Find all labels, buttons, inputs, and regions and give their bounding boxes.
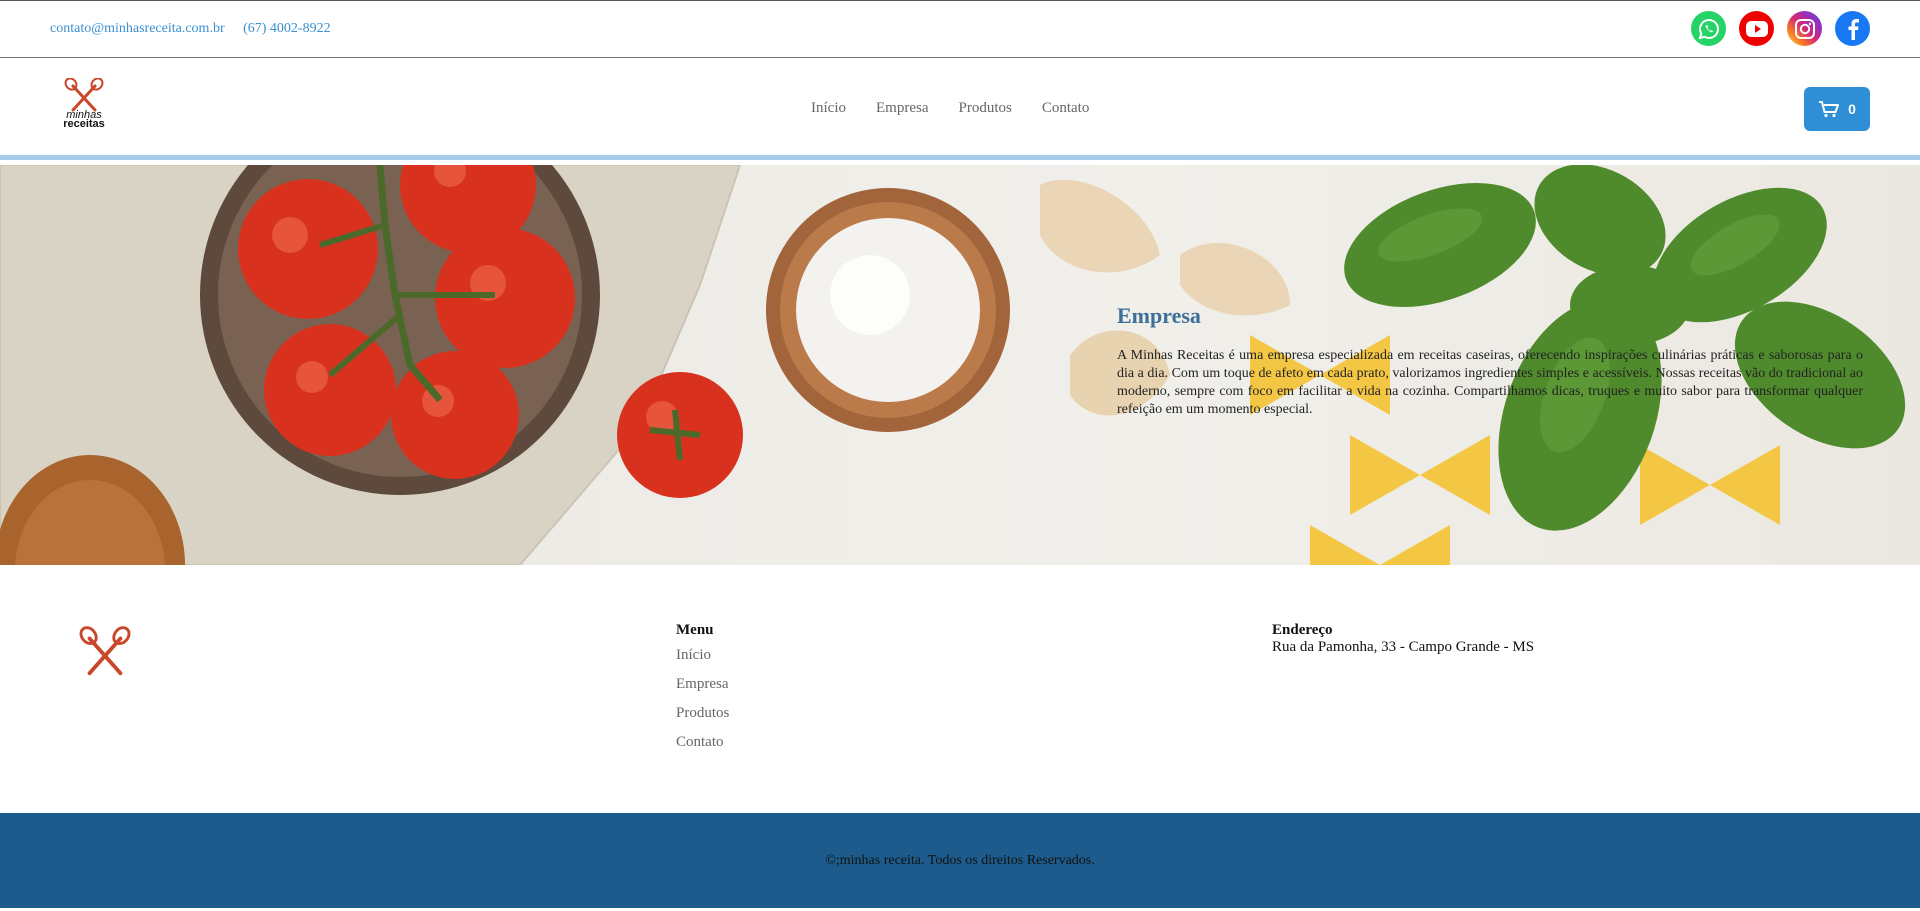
company-title: Empresa [1117,303,1201,328]
footer-logo[interactable] [78,625,132,684]
company-section: Empresa A Minhas Receitas é uma empresa … [1117,303,1863,419]
footer-link-inicio[interactable]: Início [676,641,729,670]
footer-address: Endereço Rua da Pamonha, 33 - Campo Gran… [1272,622,1534,656]
social-links [1691,11,1870,46]
contact-phone[interactable]: (67) 4002-8922 [243,21,331,36]
footer-link-empresa[interactable]: Empresa [676,670,729,699]
whatsapp-icon[interactable] [1691,11,1726,46]
contact-email[interactable]: contato@minhasreceita.com.br [50,21,225,36]
footer-link-produtos[interactable]: Produtos [676,699,729,728]
cart-icon [1819,101,1840,118]
nav-item-empresa[interactable]: Empresa [876,100,928,117]
footer-menu: Menu Início Empresa Produtos Contato [676,622,729,757]
nav-item-inicio[interactable]: Início [811,100,846,117]
top-contact-bar: contato@minhasreceita.com.br (67) 4002-8… [0,0,1920,58]
company-description: A Minhas Receitas é uma empresa especial… [1117,348,1863,417]
main-nav: Início Empresa Produtos Contato [811,100,1089,117]
utensils-icon [64,77,104,112]
copyright-bar: ©;minhas receita. Todos os direitos Rese… [0,813,1920,908]
footer-link-contato[interactable]: Contato [676,728,729,757]
youtube-icon[interactable] [1739,11,1774,46]
facebook-icon[interactable] [1835,11,1870,46]
footer-address-text: Rua da Pamonha, 33 - Campo Grande - MS [1272,639,1535,655]
copyright-text: ©;minhas receita. Todos os direitos Rese… [825,853,1095,868]
contact-info: contato@minhasreceita.com.br (67) 4002-8… [50,21,346,37]
footer-menu-title: Menu [676,622,714,638]
footer-address-title: Endereço [1272,622,1333,638]
cart-count: 0 [1848,101,1856,117]
site-logo[interactable]: minhas receitas [56,77,112,138]
site-header: minhas receitas Início Empresa Produtos … [0,58,1920,160]
instagram-icon[interactable] [1787,11,1822,46]
logo-text-line2: receitas [63,118,105,130]
utensils-icon [79,626,131,676]
logo-text: minhas receitas [56,110,112,130]
nav-item-produtos[interactable]: Produtos [958,100,1011,117]
hero-banner: Empresa A Minhas Receitas é uma empresa … [0,165,1920,565]
nav-item-contato[interactable]: Contato [1042,100,1090,117]
site-footer: Menu Início Empresa Produtos Contato End… [0,565,1920,813]
cart-button[interactable]: 0 [1804,87,1870,131]
